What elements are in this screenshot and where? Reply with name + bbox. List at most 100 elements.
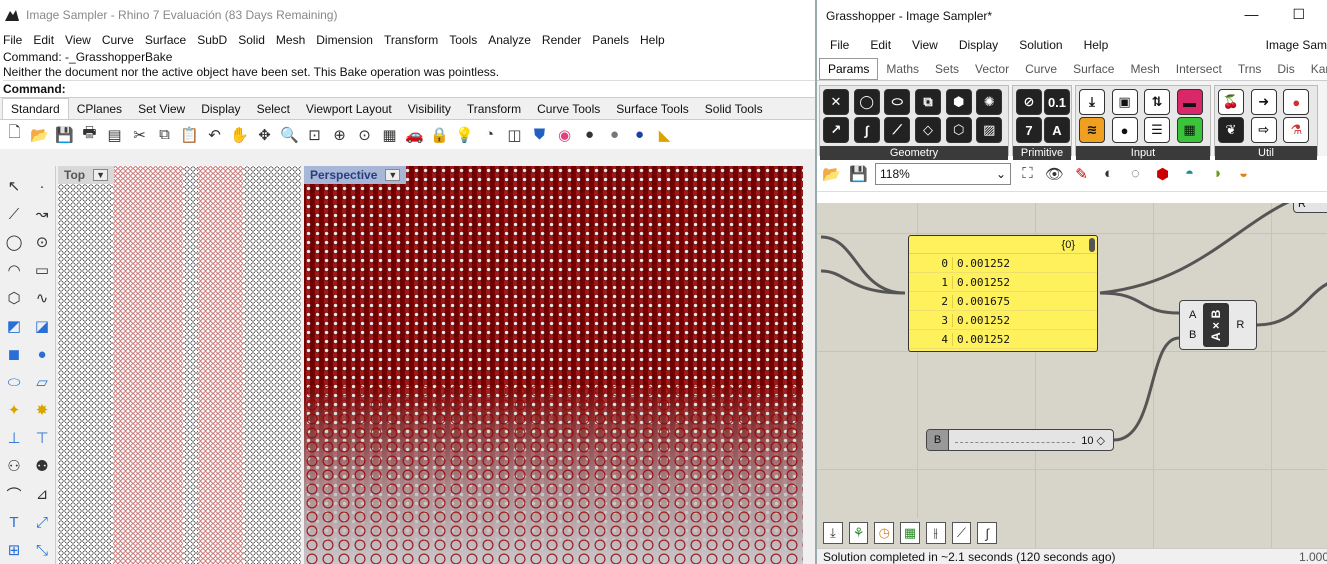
layer-icon[interactable]: ◫ [504,124,525,145]
toolbar-tab-visibility[interactable]: Visibility [400,99,459,119]
shield-icon[interactable]: ⛊ [529,124,550,145]
select-arrow-icon[interactable]: ↖ [0,172,28,200]
trim-icon[interactable]: ⊥ [0,424,28,452]
toolbar-tab-select[interactable]: Select [249,99,298,119]
toolbar-tab-solid-tools[interactable]: Solid Tools [697,99,771,119]
gh-menu-solution[interactable]: Solution [1006,38,1070,52]
tab-trns[interactable]: Trns [1230,59,1270,79]
toolbar-tab-cplanes[interactable]: CPlanes [69,99,130,119]
line-tool-icon[interactable]: ⟋ [951,522,972,544]
gh-menu-view[interactable]: View [899,38,946,52]
number-param-icon[interactable]: 0.1 [1044,89,1070,115]
tab-maths[interactable]: Maths [878,59,927,79]
zoom-window-icon[interactable]: ⊡ [304,124,325,145]
sprout-icon[interactable]: ⚘ [848,522,869,544]
arc-param-icon[interactable]: ↗ [823,117,849,143]
split-icon[interactable]: ⊤ [28,424,56,452]
tab-surface[interactable]: Surface [1065,59,1122,79]
knob-icon[interactable]: ● [1111,117,1138,143]
scale-icon[interactable]: ⤡ [28,536,56,564]
flask-icon[interactable]: ⚗ [1283,117,1310,143]
geometry-param-icon[interactable]: ✕ [823,89,849,115]
perspective-viewport[interactable]: Perspective ▼ [304,166,803,564]
toolbar-tab-standard[interactable]: Standard [2,98,69,119]
rhino-menu-solid[interactable]: Solid [235,33,273,47]
polyline-icon[interactable]: ⟋ [0,200,28,228]
fillet-icon[interactable]: ⌒ [0,480,28,508]
open-file-icon[interactable]: 📂 [821,163,842,184]
rhino-menu-edit[interactable]: Edit [30,33,62,47]
sphere-group-icon[interactable]: ● [28,340,56,368]
circle-center-icon[interactable]: ⊙ [28,228,56,256]
surface-param-icon[interactable]: ⬡ [945,117,972,143]
explode-icon[interactable]: ✸ [28,396,56,424]
tab-curve[interactable]: Curve [1017,59,1065,79]
gh-menu-file[interactable]: File [817,38,857,52]
car-icon[interactable]: 🚗 [404,124,425,145]
curve-icon[interactable]: ↝ [28,200,56,228]
rhino-menu-subd[interactable]: SubD [194,33,235,47]
toolbar-tab-set-view[interactable]: Set View [130,99,193,119]
rhino-menu-render[interactable]: Render [539,33,589,47]
panel-scrollbar[interactable] [1089,238,1095,252]
data-input-icon[interactable]: ⤓ [1079,89,1105,115]
image-sampler-icon[interactable]: ▦ [1176,117,1203,143]
transform-icon[interactable]: ⊞ [0,536,28,564]
tab-sets[interactable]: Sets [927,59,967,79]
perspective-viewport-label[interactable]: Perspective ▼ [304,166,407,184]
zoom-icon[interactable]: 🔍 [279,124,300,145]
mesh-param-icon[interactable]: ⧉ [914,89,941,115]
zoom-selected-icon[interactable]: ⊙ [354,124,375,145]
gh-menu-display[interactable]: Display [946,38,1006,52]
rhino-menu-analyze[interactable]: Analyze [485,33,539,47]
tab-kangaroo[interactable]: Kangar [1303,59,1327,79]
subd-param-icon[interactable]: ▨ [976,117,1003,143]
rotate-view-icon[interactable]: ✥ [254,124,275,145]
top-viewport-label[interactable]: Top ▼ [58,166,115,184]
point-icon[interactable]: · [28,172,56,200]
zoom-extents-icon[interactable]: ⊕ [329,124,350,145]
color-preview-icon[interactable]: ◒ [1233,163,1254,184]
circle-param-icon[interactable]: ◯ [853,89,880,115]
properties-icon[interactable]: ▤ [104,124,125,145]
rhino-menu-tools[interactable]: Tools [446,33,485,47]
rhino-menu-file[interactable]: File [0,33,30,47]
rhino-menu-surface[interactable]: Surface [142,33,194,47]
rhino-menu-curve[interactable]: Curve [99,33,142,47]
number-slider[interactable]: B 10 ◇ [926,429,1114,451]
free-curve-icon[interactable]: ∿ [28,284,56,312]
viewport-title[interactable]: Perspective [310,168,377,182]
rhino-menu-dimension[interactable]: Dimension [313,33,381,47]
viewport-title[interactable]: Top [64,168,85,182]
viewport-menu-arrow-icon[interactable]: ▼ [385,169,401,181]
rhino-menu-view[interactable]: View [62,33,99,47]
hide-preview-icon[interactable]: ◐ [1098,163,1119,184]
curve-param-icon[interactable]: ∫ [853,117,880,143]
tree-icon[interactable]: ❦ [1218,117,1244,143]
save-icon[interactable]: 💾 [54,124,75,145]
data-panel[interactable]: {0} 0 0.001252 1 0.001252 2 0.001675 3 0.001… [908,235,1098,352]
dimension-icon[interactable]: ⤢ [28,508,56,536]
slider-param-icon[interactable]: ⇅ [1144,89,1170,115]
toolbar-tab-transform[interactable]: Transform [459,99,529,119]
text-param-icon[interactable]: A [1044,117,1070,143]
offset-icon[interactable]: ⊿ [28,480,56,508]
value-list-icon[interactable]: ☰ [1144,117,1170,143]
toolbar-tab-surface-tools[interactable]: Surface Tools [608,99,697,119]
curve-tool-icon[interactable]: ∫ [977,522,998,544]
copy-icon[interactable]: ⧉ [154,124,175,145]
sketch-pen-icon[interactable]: ✎ [1071,163,1092,184]
box-param-icon[interactable]: ⬢ [945,89,972,115]
viewport-menu-arrow-icon[interactable]: ▼ [93,169,109,181]
cylinder-icon[interactable]: ⬭ [0,368,28,396]
gh-menu-edit[interactable]: Edit [857,38,899,52]
extrude-surface-icon[interactable]: ◪ [28,312,56,340]
pan-hand-icon[interactable]: ✋ [229,124,250,145]
preview-mode-icon[interactable]: ◓ [1179,163,1200,184]
tab-dis[interactable]: Dis [1269,59,1302,79]
gauge-icon[interactable]: ◔ [479,124,500,145]
toolbar-tab-viewport-layout[interactable]: Viewport Layout [298,99,400,119]
group-icon[interactable]: ▦ [900,522,920,544]
text-icon[interactable]: T [0,508,28,536]
bulb-icon[interactable]: 💡 [454,124,475,145]
